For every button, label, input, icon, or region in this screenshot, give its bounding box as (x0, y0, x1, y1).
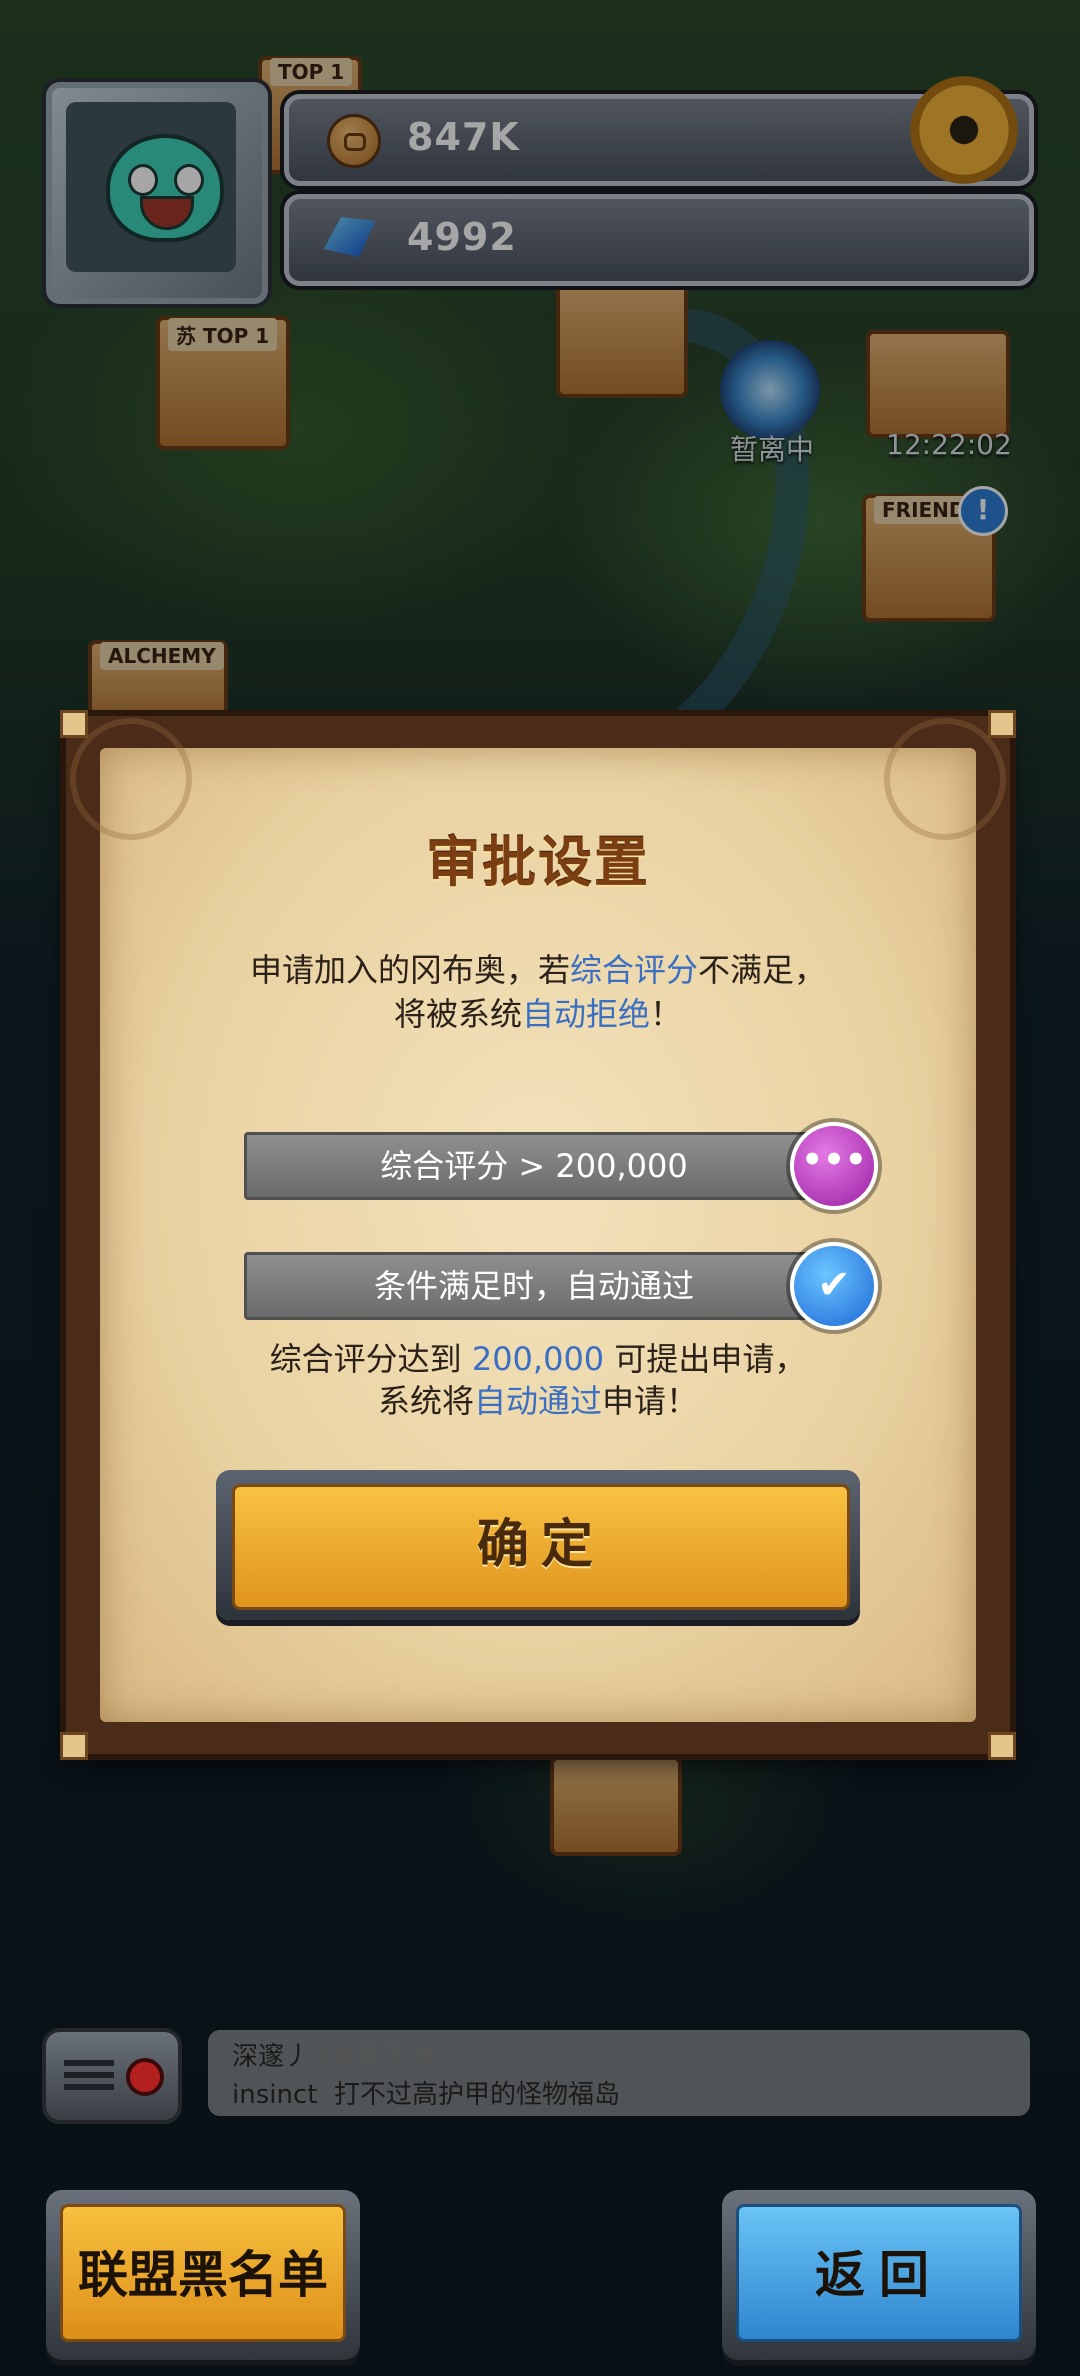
chat-radio-icon[interactable] (42, 2028, 182, 2124)
radio-grill (64, 2060, 114, 2066)
chat-preview[interactable]: 深邃丿 [哭笑不得] insinct 打不过高护甲的怪物福岛 (208, 2030, 1030, 2116)
note-highlight: 200,000 (471, 1340, 605, 1378)
auto-approve-field: 条件满足时，自动通过 (244, 1252, 824, 1320)
radio-knob (126, 2058, 164, 2096)
desc-text: ！ (650, 995, 683, 1033)
frame-corner-stud (988, 710, 1016, 738)
desc-text: 不满足， (698, 951, 827, 989)
auto-approve-checkbox[interactable]: ✔ (790, 1242, 878, 1330)
dialog-description: 申请加入的冈布奥，若综合评分不满足， 将被系统自动拒绝！ (100, 948, 976, 1036)
confirm-button[interactable]: 确定 (216, 1470, 860, 1620)
frame-corner-stud (60, 1732, 88, 1760)
frame-corner-stud (988, 1732, 1016, 1760)
chat-emote: [哭笑不得] (320, 2042, 445, 2072)
frame-corner-stud (60, 710, 88, 738)
chat-username: insinct (232, 2080, 318, 2110)
dialog-parchment: 审批设置 申请加入的冈布奥，若综合评分不满足， 将被系统自动拒绝！ 综合评分 >… (70, 718, 1006, 1722)
chat-message: 打不过高护甲的怪物福岛 (333, 2080, 620, 2110)
alliance-blacklist-label: 联盟黑名单 (60, 2204, 346, 2342)
desc-text: 申请加入的冈布奥，若 (249, 951, 570, 989)
note-text: 综合评分达到 (269, 1340, 472, 1378)
chat-line: 深邃丿 [哭笑不得] (232, 2036, 444, 2073)
alliance-blacklist-button[interactable]: 联盟黑名单 (46, 2190, 360, 2360)
confirm-button-label: 确定 (232, 1484, 850, 1610)
note-highlight: 自动通过 (473, 1382, 602, 1420)
note-text: 可提出申请， (604, 1340, 807, 1378)
note-line-1: 综合评分达到 200,000 可提出申请， (100, 1338, 976, 1380)
approval-settings-dialog: 审批设置 申请加入的冈布奥，若综合评分不满足， 将被系统自动拒绝！ 综合评分 >… (60, 710, 1016, 1760)
score-condition-field: 综合评分 > 200,000 (244, 1132, 824, 1200)
back-button-label: 返回 (736, 2204, 1022, 2342)
dialog-title: 审批设置 (426, 831, 650, 894)
chat-username: 深邃丿 (232, 2042, 311, 2072)
chat-line: insinct 打不过高护甲的怪物福岛 (232, 2074, 620, 2111)
desc-text: 将被系统 (393, 995, 522, 1033)
more-options-button[interactable]: ••• (790, 1122, 878, 1210)
desc-highlight: 自动拒绝 (521, 995, 650, 1033)
description-line-2: 将被系统自动拒绝！ (100, 992, 976, 1036)
back-button[interactable]: 返回 (722, 2190, 1036, 2360)
description-line-1: 申请加入的冈布奥，若综合评分不满足， (100, 948, 976, 992)
note-text: 申请！ (602, 1382, 699, 1420)
desc-highlight: 综合评分 (569, 951, 698, 989)
note-text: 系统将 (377, 1382, 474, 1420)
dialog-note: 综合评分达到 200,000 可提出申请， 系统将自动通过申请！ (100, 1338, 976, 1422)
note-line-2: 系统将自动通过申请！ (100, 1380, 976, 1422)
